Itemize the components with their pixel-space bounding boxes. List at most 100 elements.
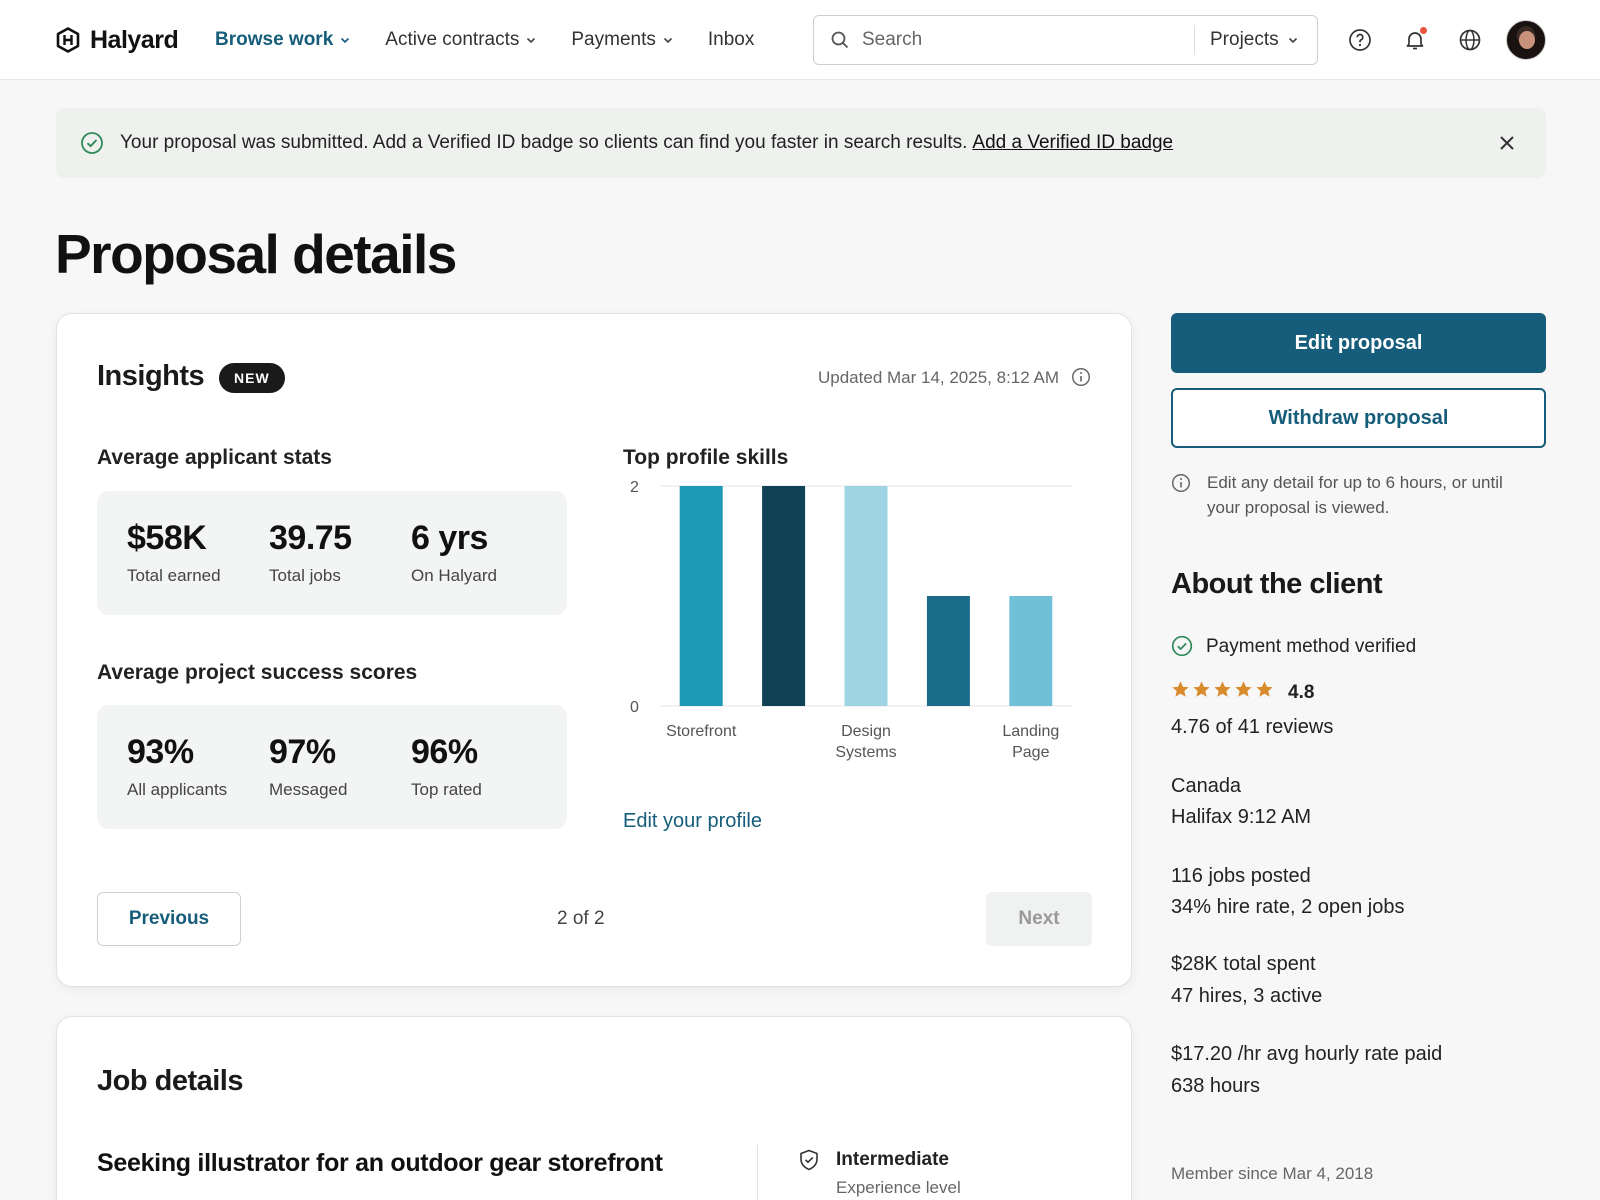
x-tick-label: Storefront <box>666 723 737 740</box>
chevron-down-icon <box>1288 37 1297 44</box>
search-scope-select[interactable]: Projects <box>1210 29 1299 51</box>
info-icon <box>1171 473 1191 493</box>
next-button: Next <box>986 892 1092 946</box>
applicant-stats-heading: Average applicant stats <box>97 446 332 469</box>
job-details-card: Job details Seeking illustrator for an o… <box>56 1016 1132 1200</box>
client-hire-rate: 34% hire rate, 2 open jobs <box>1171 896 1405 918</box>
halyard-logo-icon <box>56 27 80 53</box>
stat-on-halyard: 6 yrs On Halyard <box>411 519 497 586</box>
bar-2 <box>844 486 888 706</box>
client-hires: 47 hires, 3 active <box>1171 985 1323 1007</box>
applicant-stats-box: $58K Total earned 39.75 Total jobs 6 yrs… <box>97 491 567 615</box>
x-tick-label: Page <box>1012 744 1049 761</box>
nav-inbox[interactable]: Inbox <box>708 26 754 54</box>
new-badge: NEW <box>219 363 285 393</box>
job-title[interactable]: Seeking illustrator for an outdoor gear … <box>97 1149 663 1178</box>
search-bar: Projects <box>813 15 1318 65</box>
notification-dot <box>1420 27 1427 34</box>
search-input[interactable] <box>862 29 1182 51</box>
page-title: Proposal details <box>55 223 457 285</box>
nav-label: Inbox <box>707 29 755 50</box>
payment-verified: Payment method verified <box>1206 636 1417 657</box>
search-scope-label: Projects <box>1210 29 1279 50</box>
stat-total-jobs: 39.75 Total jobs <box>269 519 352 586</box>
client-hours: 638 hours <box>1171 1075 1260 1097</box>
client-reviews: 4.76 of 41 reviews <box>1171 716 1334 738</box>
client-avg-rate: $17.20 /hr avg hourly rate paid <box>1171 1043 1443 1065</box>
x-tick-label: Landing <box>1002 723 1059 740</box>
edit-proposal-button[interactable]: Edit proposal <box>1171 313 1546 373</box>
x-tick-label: Systems <box>835 744 896 761</box>
pagination-status: 2 of 2 <box>557 908 605 929</box>
star-icon <box>1172 681 1189 697</box>
help-button[interactable] <box>1346 26 1374 54</box>
score-all-applicants: 93% All applicants <box>127 733 227 800</box>
success-scores-heading: Average project success scores <box>97 661 418 684</box>
stat-label: All applicants <box>127 780 228 799</box>
withdraw-proposal-button[interactable]: Withdraw proposal <box>1171 388 1546 448</box>
check-circle-icon <box>1171 635 1193 657</box>
y-tick-label: 0 <box>630 699 639 716</box>
stat-label: Total jobs <box>269 566 341 585</box>
about-client-title: About the client <box>1171 568 1383 600</box>
star-icon <box>1235 681 1252 697</box>
info-icon[interactable] <box>1071 367 1091 387</box>
edit-window-note: Edit any detail for up to 6 hours, or un… <box>1207 473 1503 517</box>
y-tick-label: 2 <box>630 479 639 496</box>
banner-text: Your proposal was submitted. Add a Verif… <box>120 132 968 153</box>
insights-title: Insights <box>97 360 205 392</box>
nav-active-contracts[interactable]: Active contracts <box>385 26 537 54</box>
banner-message: Your proposal was submitted. Add a Verif… <box>120 132 1173 154</box>
top-nav-bar: Halyard Browse work Active contracts Pay… <box>0 0 1600 80</box>
chevron-down-icon <box>663 37 672 44</box>
star-icon <box>1214 681 1231 697</box>
client-local-time: Halifax 9:12 AM <box>1171 806 1312 828</box>
rating-stars <box>1171 680 1274 699</box>
divider <box>757 1145 758 1200</box>
stat-value: 93% <box>127 733 194 771</box>
stat-value: 97% <box>269 733 336 771</box>
stat-total-earned: $58K Total earned <box>127 519 221 586</box>
notifications-button[interactable] <box>1401 26 1429 54</box>
user-avatar[interactable] <box>1506 20 1546 60</box>
stat-value: 39.75 <box>269 519 352 557</box>
score-top-rated: 96% Top rated <box>411 733 482 800</box>
verified-id-link[interactable]: Add a Verified ID badge <box>972 132 1173 153</box>
language-button[interactable] <box>1456 26 1484 54</box>
nav-label: Payments <box>571 29 656 50</box>
stat-label: Total earned <box>127 566 221 585</box>
x-tick-label: Design <box>841 723 891 740</box>
nav-payments[interactable]: Payments <box>571 26 673 54</box>
edit-profile-link[interactable]: Edit your profile <box>623 810 762 833</box>
experience-level-label: Experience level <box>836 1178 961 1197</box>
client-jobs-posted: 116 jobs posted <box>1171 865 1311 887</box>
search-divider <box>1194 25 1195 55</box>
bar-4 <box>1009 596 1053 706</box>
chevron-down-icon <box>527 37 536 44</box>
client-country: Canada <box>1171 775 1242 797</box>
bar-3 <box>926 596 970 706</box>
nav-browse-work[interactable]: Browse work <box>215 26 351 54</box>
stat-value: $58K <box>127 519 207 557</box>
check-circle-icon <box>81 132 103 154</box>
rating-value: 4.8 <box>1288 682 1315 703</box>
updated-timestamp: Updated Mar 14, 2025, 8:12 AM <box>818 368 1059 387</box>
experience-level-value: Intermediate <box>836 1149 949 1170</box>
stat-label: On Halyard <box>411 566 497 585</box>
insights-card: Insights NEW Updated Mar 14, 2025, 8:12 … <box>56 313 1132 987</box>
stat-label: Messaged <box>269 780 348 799</box>
bar-0 <box>679 486 723 706</box>
job-details-title: Job details <box>97 1065 244 1097</box>
shield-check-icon <box>800 1149 818 1171</box>
client-total-spent: $28K total spent <box>1171 953 1316 975</box>
nav-label: Browse work <box>215 29 334 50</box>
close-icon[interactable] <box>1496 132 1518 154</box>
stat-label: Top rated <box>411 780 482 799</box>
bar-1 <box>762 486 806 706</box>
nav-label: Active contracts <box>385 29 520 50</box>
search-icon <box>831 31 849 49</box>
previous-button[interactable]: Previous <box>97 892 241 946</box>
success-scores-box: 93% All applicants 97% Messaged 96% Top … <box>97 705 567 829</box>
brand-logo[interactable]: Halyard <box>56 26 179 54</box>
submission-banner: Your proposal was submitted. Add a Verif… <box>56 108 1546 178</box>
